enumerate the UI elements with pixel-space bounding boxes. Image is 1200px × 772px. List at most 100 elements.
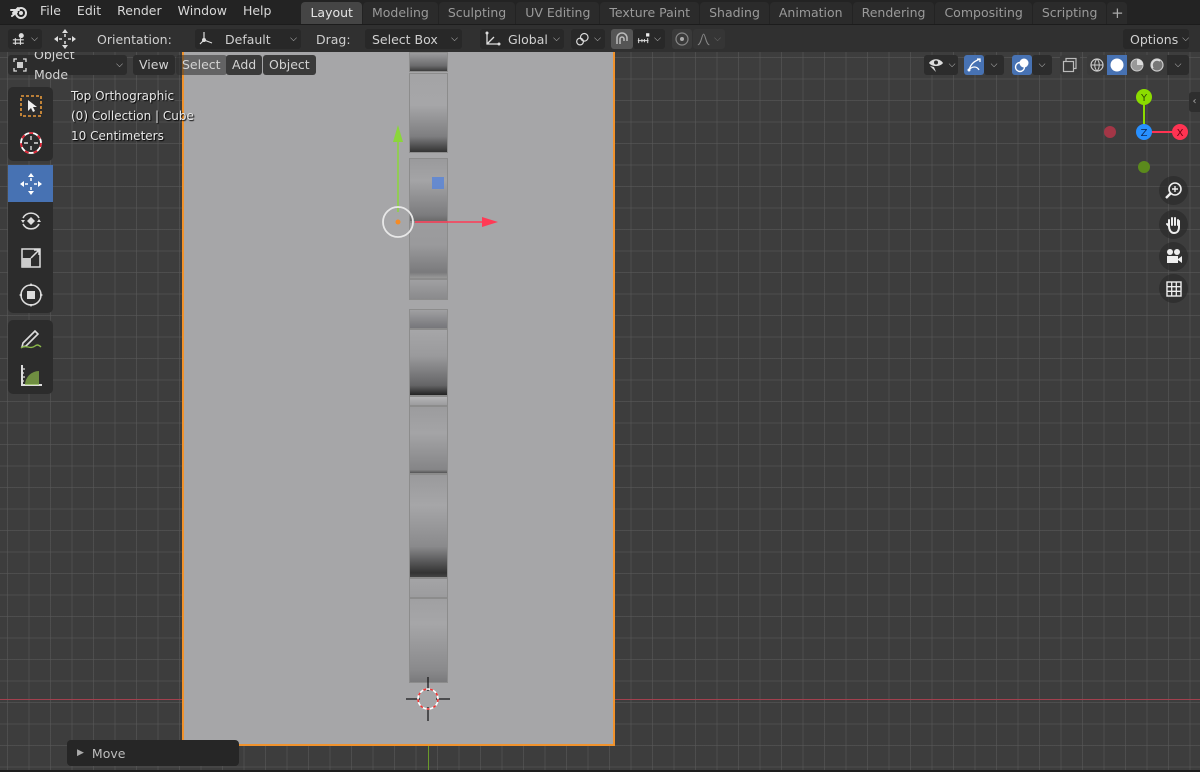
tool-measure[interactable] <box>8 357 53 394</box>
shading-material[interactable] <box>1127 55 1147 75</box>
pivot-point-dropdown[interactable]: ⌵ <box>571 29 605 49</box>
chevron-down-icon: ⌵ <box>714 34 721 44</box>
tool-rotate[interactable] <box>8 202 53 239</box>
pan-view-button[interactable] <box>1159 210 1188 239</box>
ortho-toggle-button[interactable] <box>1159 274 1188 303</box>
tool-move[interactable] <box>8 165 53 202</box>
tab-texture-paint[interactable]: Texture Paint <box>600 2 700 24</box>
chevron-down-icon: ⌵ <box>1182 34 1190 44</box>
overlays-dropdown[interactable]: ⌵ <box>1032 55 1052 75</box>
gizmo-toggle[interactable] <box>964 55 984 75</box>
proportional-falloff-dropdown[interactable]: ⌵ <box>693 29 725 49</box>
proportional-edit-icon <box>675 32 689 46</box>
x-axis-arrow[interactable] <box>482 217 498 227</box>
tool-scale[interactable] <box>8 239 53 276</box>
overlays-toggle[interactable] <box>1012 55 1032 75</box>
move-gizmo[interactable] <box>370 117 510 247</box>
column-segment <box>409 578 448 598</box>
chevron-down-icon: ⌵ <box>116 60 123 70</box>
tab-animation[interactable]: Animation <box>769 2 852 24</box>
tab-layout[interactable]: Layout <box>301 2 362 24</box>
y-axis-line <box>428 746 429 770</box>
toolbar-group-annotate <box>8 320 53 394</box>
menu-help[interactable]: Help <box>235 0 280 24</box>
menu-object[interactable]: Object <box>263 55 316 75</box>
menu-add[interactable]: Add <box>226 55 263 75</box>
measure-icon <box>20 364 42 386</box>
tool-annotate[interactable] <box>8 320 53 357</box>
transform-orientation-value: Global <box>508 31 548 47</box>
menu-view[interactable]: View <box>133 55 175 75</box>
snap-toggle[interactable] <box>611 29 633 49</box>
column-segment <box>409 279 448 300</box>
tab-shading[interactable]: Shading <box>700 2 769 24</box>
falloff-curve-icon <box>697 33 710 46</box>
z-axis-label: Z <box>1141 128 1148 139</box>
visibility-dropdown[interactable]: ⌵ <box>924 55 958 75</box>
3d-viewport[interactable]: Object Mode ⌵ View Select Add Object ⌵ ⌵… <box>0 52 1200 770</box>
chevron-down-icon: ⌵ <box>290 34 297 44</box>
menu-window[interactable]: Window <box>170 0 235 24</box>
neg-x-axis-ball[interactable] <box>1104 126 1116 138</box>
tab-compositing[interactable]: Compositing <box>935 2 1032 24</box>
chevron-down-icon: ⌵ <box>31 34 38 44</box>
y-axis-label: Y <box>1140 93 1148 104</box>
blender-logo-icon[interactable] <box>6 0 32 24</box>
last-operator-panel[interactable]: ▶ Move <box>67 740 239 766</box>
orientation-dropdown[interactable]: Default ⌵ <box>195 29 301 49</box>
workspace-tabs: Layout Modeling Sculpting UV Editing Tex… <box>301 0 1128 24</box>
pivot-link-icon <box>576 32 589 46</box>
sidebar-toggle-icon[interactable]: ‹ <box>1189 92 1200 112</box>
drag-value: Select Box <box>372 31 438 47</box>
menu-file[interactable]: File <box>32 0 69 24</box>
menu-edit[interactable]: Edit <box>69 0 109 24</box>
camera-view-button[interactable] <box>1159 242 1188 271</box>
tab-rendering[interactable]: Rendering <box>852 2 935 24</box>
chevron-down-icon: ⌵ <box>1174 60 1182 70</box>
column-segment <box>409 396 448 406</box>
menu-render[interactable]: Render <box>109 0 170 24</box>
global-axes-icon <box>485 31 501 46</box>
zoom-view-button[interactable] <box>1159 176 1188 205</box>
tool-cursor[interactable] <box>8 124 53 161</box>
tool-settings-header: ⌵ Orientation: Default ⌵ Drag: Select Bo… <box>0 24 1200 52</box>
gizmo-dropdown[interactable]: ⌵ <box>984 55 1004 75</box>
tool-select-box[interactable] <box>8 87 53 124</box>
xray-toggle[interactable] <box>1060 55 1080 75</box>
shading-rendered[interactable] <box>1147 55 1167 75</box>
snap-target-dropdown[interactable]: ⌵ <box>633 29 665 49</box>
object-mode-icon <box>13 58 27 72</box>
move-drag-icon <box>52 28 78 50</box>
3d-cursor <box>406 677 450 721</box>
add-workspace-button[interactable]: + <box>1107 2 1128 24</box>
zoom-icon <box>1164 181 1182 199</box>
mode-dropdown[interactable]: Object Mode ⌵ <box>8 52 127 82</box>
navigation-gizmo[interactable]: Y X Z <box>1098 84 1190 178</box>
shading-dropdown[interactable]: ⌵ <box>1167 55 1189 75</box>
toolbar-group-transform <box>8 165 53 313</box>
drag-dropdown[interactable]: Select Box ⌵ <box>365 29 462 49</box>
xray-icon <box>1062 57 1077 73</box>
neg-y-axis-ball[interactable] <box>1138 161 1150 173</box>
y-axis-arrow[interactable] <box>393 125 403 142</box>
tool-transform[interactable] <box>8 276 53 313</box>
tab-sculpting[interactable]: Sculpting <box>438 2 516 24</box>
object-origin <box>395 219 401 225</box>
column-segment <box>409 474 448 578</box>
annotate-icon <box>20 329 41 349</box>
mode-value: Object Mode <box>34 52 75 82</box>
xy-plane-handle[interactable] <box>432 177 444 189</box>
shading-solid[interactable] <box>1107 55 1127 75</box>
shading-wireframe[interactable] <box>1087 55 1107 75</box>
chevron-down-icon: ⌵ <box>553 34 560 44</box>
proportional-edit-toggle[interactable] <box>672 29 692 49</box>
menu-select[interactable]: Select <box>176 55 227 75</box>
rotate-icon <box>20 211 41 230</box>
active-tool-dropdown[interactable]: ⌵ <box>8 29 42 49</box>
tab-modeling[interactable]: Modeling <box>362 2 438 24</box>
select-box-icon <box>19 94 42 117</box>
transform-orientation-dropdown[interactable]: Global ⌵ <box>480 29 564 49</box>
options-dropdown[interactable]: Options ⌵ <box>1123 29 1189 49</box>
tab-scripting[interactable]: Scripting <box>1032 2 1107 24</box>
tab-uv-editing[interactable]: UV Editing <box>516 2 600 24</box>
